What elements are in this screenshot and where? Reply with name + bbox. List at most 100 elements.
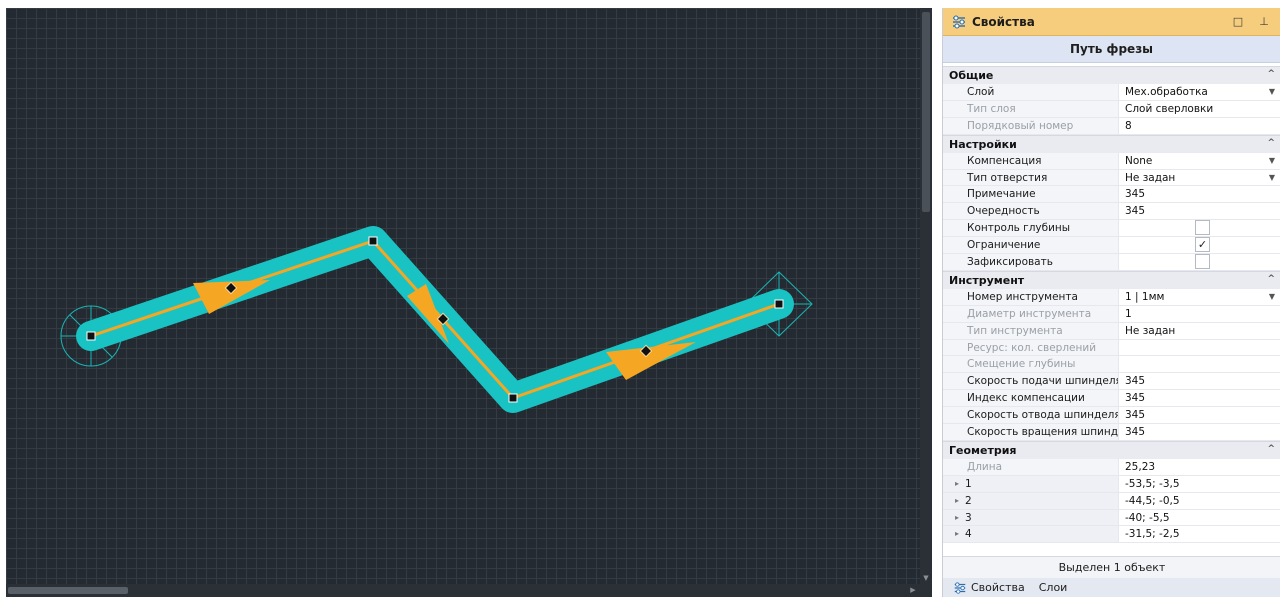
- row-rotation-speed[interactable]: Скорость вращения шпинд... 345: [943, 424, 1280, 441]
- category-label: Инструмент: [949, 273, 1025, 287]
- row-depth-control[interactable]: Контроль глубины: [943, 220, 1280, 238]
- property-name: Зафиксировать: [943, 254, 1119, 270]
- category-general[interactable]: Общие ^: [943, 66, 1280, 84]
- expand-icon[interactable]: ▸: [955, 526, 959, 542]
- vertex-1: [86, 331, 96, 341]
- vertex-3: [508, 393, 518, 403]
- property-name: Тип инструмента: [943, 322, 1119, 339]
- row-resource: Ресурс: кол. сверлений: [943, 339, 1280, 357]
- property-value: Мех.обработка: [1125, 86, 1208, 98]
- drawing-viewport: ▼ ▶: [6, 8, 932, 597]
- tab-layers[interactable]: Слои: [1039, 581, 1068, 594]
- row-layer-type: Тип слоя Слой сверловки: [943, 100, 1280, 118]
- row-feed-speed[interactable]: Скорость подачи шпинделя 345: [943, 373, 1280, 391]
- selection-status: Выделен 1 объект: [943, 556, 1280, 578]
- row-limit[interactable]: Ограничение ✓: [943, 237, 1280, 255]
- app-root: ▼ ▶ Свойства □ ⊥ Путь фрезы Общие ^ Слой…: [0, 0, 1280, 597]
- collapse-icon[interactable]: ^: [1267, 69, 1275, 79]
- property-name: Скорость подачи шпинделя: [943, 373, 1119, 390]
- compensation-index-field[interactable]: 345: [1119, 390, 1280, 406]
- row-point-1[interactable]: ▸ 1 -53,5; -3,5: [943, 475, 1280, 493]
- category-geometry[interactable]: Геометрия ^: [943, 440, 1280, 459]
- property-value: [1119, 254, 1280, 270]
- limit-checkbox[interactable]: ✓: [1195, 237, 1210, 253]
- fix-checkbox[interactable]: [1195, 254, 1210, 270]
- row-tool-number[interactable]: Номер инструмента 1 | 1мм ▼: [943, 288, 1280, 306]
- expand-row[interactable]: ▸ 1: [943, 475, 1119, 492]
- sequence-field[interactable]: 345: [1119, 203, 1280, 219]
- property-name: Компенсация: [943, 152, 1119, 169]
- row-sequence[interactable]: Очередность 345: [943, 203, 1280, 221]
- expand-row[interactable]: ▸ 2: [943, 492, 1119, 509]
- expand-row[interactable]: ▸ 3: [943, 509, 1119, 526]
- row-tool-diameter: Диаметр инструмента 1: [943, 305, 1280, 323]
- tool-number-select[interactable]: 1 | 1мм ▼: [1119, 289, 1280, 305]
- point-1-field[interactable]: -53,5; -3,5: [1119, 476, 1280, 492]
- point-3-field[interactable]: -40; -5,5: [1119, 510, 1280, 526]
- toolpath-drawing: [60, 226, 813, 413]
- property-name: Скорость вращения шпинд...: [943, 424, 1119, 440]
- scroll-down-icon[interactable]: ▼: [922, 574, 930, 582]
- category-tool[interactable]: Инструмент ^: [943, 270, 1280, 289]
- pin-icon[interactable]: ⊥: [1256, 14, 1272, 30]
- vertex-2: [368, 236, 378, 246]
- row-point-4[interactable]: ▸ 4 -31,5; -2,5: [943, 526, 1280, 544]
- maximize-icon[interactable]: □: [1230, 14, 1246, 30]
- retract-speed-field[interactable]: 345: [1119, 407, 1280, 423]
- pcb-canvas[interactable]: [6, 8, 920, 584]
- properties-panel: Свойства □ ⊥ Путь фрезы Общие ^ Слой Мех…: [942, 8, 1280, 597]
- point-4-field[interactable]: -31,5; -2,5: [1119, 526, 1280, 542]
- row-compensation-index[interactable]: Индекс компенсации 345: [943, 390, 1280, 408]
- compensation-select[interactable]: None ▼: [1119, 153, 1280, 169]
- tab-properties[interactable]: Свойства: [953, 581, 1025, 595]
- expand-icon[interactable]: ▸: [955, 493, 959, 509]
- category-label: Общие: [949, 69, 994, 82]
- point-2-field[interactable]: -44,5; -0,5: [1119, 493, 1280, 509]
- panel-header: Свойства □ ⊥: [943, 8, 1280, 36]
- horizontal-scroll-thumb[interactable]: [8, 587, 128, 594]
- expand-icon[interactable]: ▸: [955, 476, 959, 492]
- expand-row[interactable]: ▸ 4: [943, 526, 1119, 543]
- category-settings[interactable]: Настройки ^: [943, 134, 1280, 153]
- property-name: Контроль глубины: [943, 220, 1119, 237]
- chevron-down-icon[interactable]: ▼: [1269, 153, 1275, 169]
- property-name: 1: [965, 477, 972, 490]
- row-point-2[interactable]: ▸ 2 -44,5; -0,5: [943, 492, 1280, 510]
- row-fix[interactable]: Зафиксировать: [943, 254, 1280, 271]
- row-compensation[interactable]: Компенсация None ▼: [943, 152, 1280, 170]
- property-name: Ресурс: кол. сверлений: [943, 339, 1119, 356]
- chevron-down-icon[interactable]: ▼: [1269, 289, 1275, 305]
- row-retract-speed[interactable]: Скорость отвода шпинделя 345: [943, 407, 1280, 425]
- expand-icon[interactable]: ▸: [955, 510, 959, 526]
- row-tool-type: Тип инструмента Не задан: [943, 322, 1280, 340]
- property-name: Примечание: [943, 186, 1119, 203]
- row-layer[interactable]: Слой Мех.обработка ▼: [943, 84, 1280, 101]
- depth-control-checkbox[interactable]: [1195, 220, 1210, 236]
- properties-icon: [953, 15, 965, 28]
- feed-speed-field[interactable]: 345: [1119, 373, 1280, 389]
- scroll-right-icon[interactable]: ▶: [909, 584, 917, 597]
- property-value: [1119, 356, 1280, 372]
- row-order-number: Порядковый номер 8: [943, 117, 1280, 135]
- layer-select[interactable]: Мех.обработка ▼: [1119, 84, 1280, 100]
- property-value: [1119, 220, 1280, 236]
- chevron-down-icon[interactable]: ▼: [1269, 84, 1275, 100]
- note-field[interactable]: 345: [1119, 186, 1280, 202]
- row-note[interactable]: Примечание 345: [943, 186, 1280, 204]
- property-value: [1119, 340, 1280, 356]
- chevron-down-icon[interactable]: ▼: [1269, 170, 1275, 186]
- collapse-icon[interactable]: ^: [1267, 444, 1275, 454]
- collapse-icon[interactable]: ^: [1267, 274, 1275, 284]
- vertical-scrollbar[interactable]: ▼: [920, 8, 932, 584]
- property-name: Скорость отвода шпинделя: [943, 407, 1119, 424]
- rotation-speed-field[interactable]: 345: [1119, 424, 1280, 440]
- collapse-icon[interactable]: ^: [1267, 138, 1275, 148]
- horizontal-scrollbar[interactable]: ▶: [6, 584, 920, 597]
- row-hole-type[interactable]: Тип отверстия Не задан ▼: [943, 169, 1280, 187]
- row-point-3[interactable]: ▸ 3 -40; -5,5: [943, 509, 1280, 527]
- panel-tabs: Свойства Слои: [943, 578, 1280, 597]
- property-value: Не задан: [1125, 324, 1176, 337]
- property-value: 1 | 1мм: [1125, 290, 1165, 303]
- hole-type-select[interactable]: Не задан ▼: [1119, 170, 1280, 186]
- vertical-scroll-thumb[interactable]: [922, 12, 930, 212]
